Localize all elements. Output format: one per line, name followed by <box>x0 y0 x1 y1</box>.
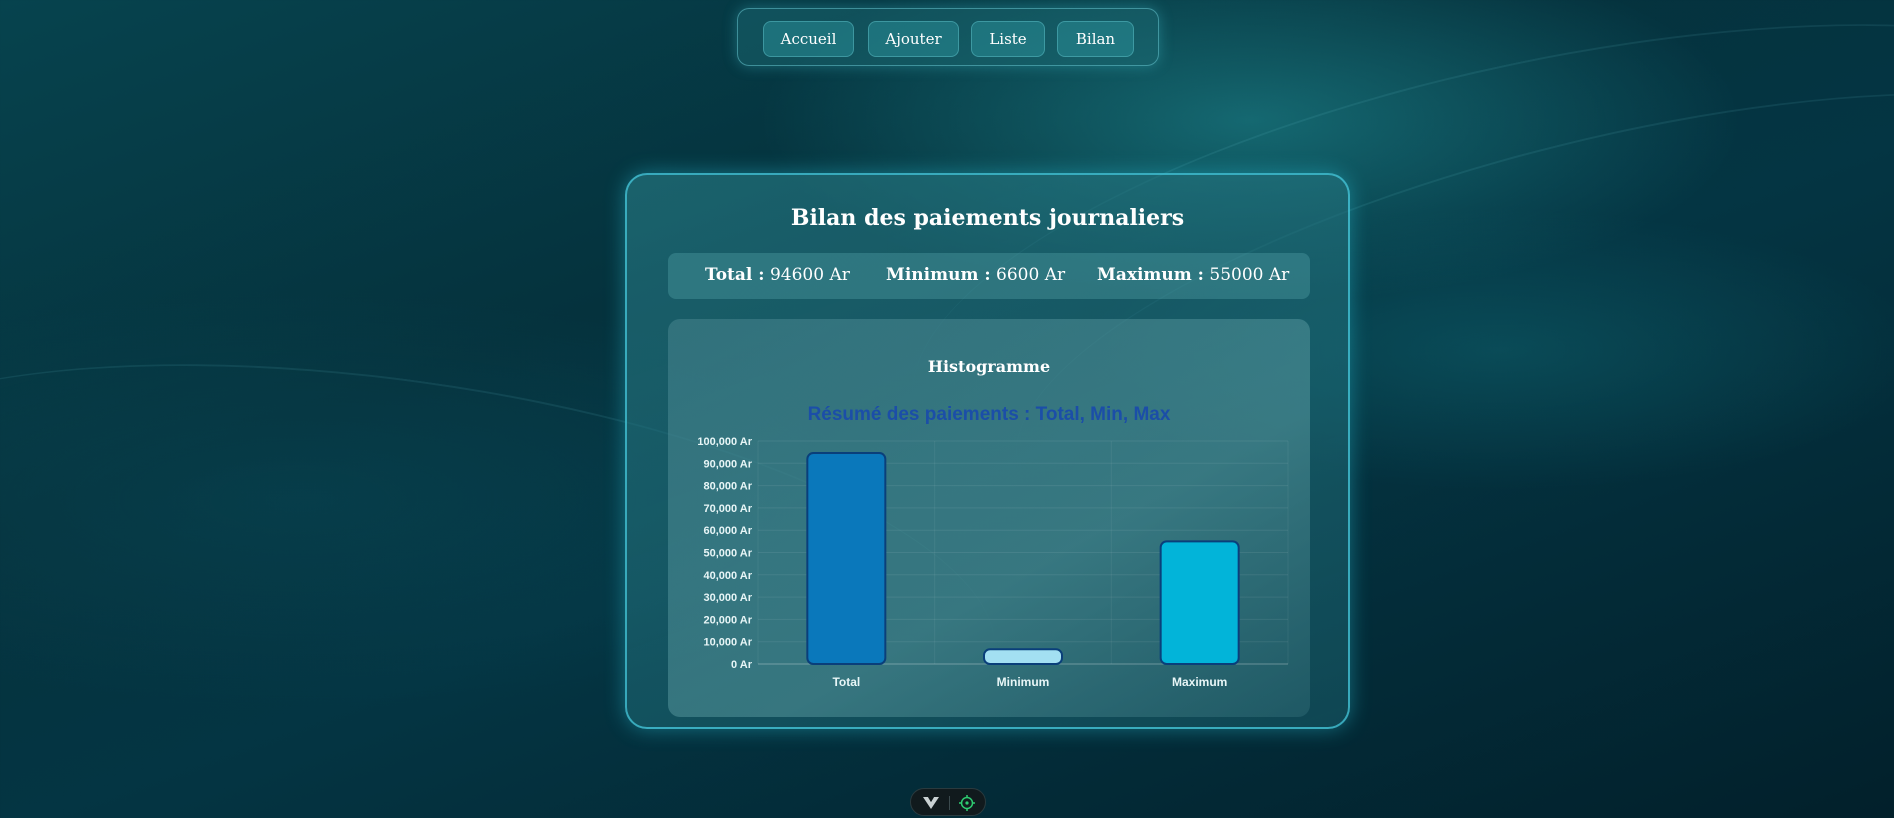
y-tick-label: 10,000 Ar <box>703 637 752 649</box>
bar-chart: Résumé des paiements : Total, Min, Max 0 … <box>697 404 1289 689</box>
nav-accueil-button[interactable]: Accueil <box>763 21 854 57</box>
y-tick-label: 50,000 Ar <box>703 548 752 560</box>
vue-devtools-icon[interactable] <box>923 795 939 814</box>
nav-ajouter-button[interactable]: Ajouter <box>868 21 959 57</box>
x-category-label: Total <box>832 675 860 689</box>
bar-total <box>806 452 887 665</box>
stat-maximum-value: 55000 Ar <box>1209 265 1290 285</box>
stat-maximum: Maximum : 55000 Ar <box>1097 265 1289 285</box>
nav-bilan-button[interactable]: Bilan <box>1057 21 1134 57</box>
stat-total-label: Total : <box>705 265 765 285</box>
y-tick-label: 40,000 Ar <box>703 570 752 582</box>
x-category-label: Maximum <box>1172 675 1227 689</box>
stats-bar: Total : 94600 Ar Minimum : 6600 Ar Maxim… <box>668 253 1310 299</box>
x-category-label: Minimum <box>997 675 1050 689</box>
y-tick-label: 90,000 Ar <box>703 458 752 470</box>
target-icon[interactable] <box>959 795 975 815</box>
y-tick-label: 0 Ar <box>731 659 753 671</box>
stat-maximum-label: Maximum : <box>1097 265 1204 285</box>
bar-minimum <box>983 648 1063 666</box>
stat-total: Total : 94600 Ar <box>705 265 850 285</box>
toolbar-divider <box>949 796 950 810</box>
stat-minimum: Minimum : 6600 Ar <box>886 265 1065 285</box>
y-tick-label: 100,000 Ar <box>697 436 752 448</box>
stat-total-value: 94600 Ar <box>769 265 850 285</box>
summary-card: Bilan des paiements journaliers Total : … <box>625 173 1350 729</box>
chart-panel: Histogramme Résumé des paiements : Total… <box>668 319 1310 717</box>
nav-liste-button[interactable]: Liste <box>971 21 1045 57</box>
top-navigation: Accueil Ajouter Liste Bilan <box>737 8 1159 66</box>
stat-minimum-value: 6600 Ar <box>996 265 1066 285</box>
devtools-toolbar <box>910 788 986 816</box>
bar-maximum <box>1159 540 1240 666</box>
chart-title: Résumé des paiements : Total, Min, Max <box>808 404 1171 425</box>
y-tick-label: 80,000 Ar <box>703 481 752 493</box>
y-tick-label: 60,000 Ar <box>703 525 752 537</box>
stat-minimum-label: Minimum : <box>886 265 991 285</box>
y-tick-label: 20,000 Ar <box>703 614 752 626</box>
y-tick-label: 30,000 Ar <box>703 592 752 604</box>
page-title: Bilan des paiements journaliers <box>790 205 1185 231</box>
y-tick-label: 70,000 Ar <box>703 503 752 515</box>
